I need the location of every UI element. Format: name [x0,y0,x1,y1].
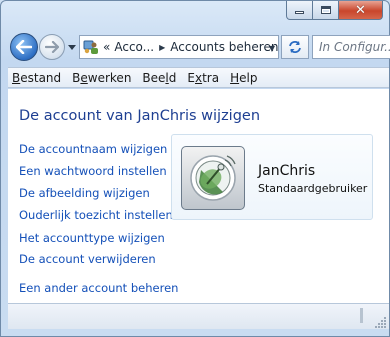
maximize-icon [320,6,331,14]
menu-bar: Bestand Bewerken Beeld Extra Help [8,67,389,88]
refresh-button[interactable] [281,35,309,59]
address-overflow[interactable]: « [103,40,110,54]
search-box[interactable] [312,35,390,59]
minimize-button[interactable] [286,1,313,20]
menu-help[interactable]: Help [226,71,264,85]
menu-extra[interactable]: Extra [183,71,226,85]
control-panel-icon [83,38,99,56]
caption-buttons: ✕ [286,1,383,20]
menu-file[interactable]: Bestand [8,71,68,85]
close-button[interactable]: ✕ [339,1,383,20]
recent-pages-button[interactable] [67,43,76,52]
link-change-account-name[interactable]: De accountnaam wijzigen [19,142,167,156]
address-bar[interactable]: « Acco... ▶ Accounts beheren ▶ ▼ [79,35,289,59]
forward-arrow-icon [45,41,59,53]
user-name: JanChris [258,163,316,179]
menu-edit[interactable]: Bewerken [68,71,138,85]
address-dropdown-icon[interactable]: ▼ [269,44,275,53]
navigation-bar: « Acco... ▶ Accounts beheren ▶ ▼ [1,31,390,63]
status-bar-divider [360,308,363,323]
breadcrumb-manage-accounts[interactable]: Accounts beheren [170,40,278,54]
satellite-dish-icon [190,155,236,201]
user-role: Standaardgebruiker [258,182,368,195]
link-parental-controls[interactable]: Ouderlijk toezicht instellen [19,208,173,222]
menu-view[interactable]: Beeld [138,71,183,85]
link-change-account-type[interactable]: Het accounttype wijzigen [19,231,165,245]
link-set-password[interactable]: Een wachtwoord instellen [19,164,167,178]
refresh-icon [289,41,301,53]
user-card: JanChris Standaardgebruiker [171,134,373,220]
back-arrow-icon [16,40,32,54]
explorer-window: ✕ « Acco... ▶ Accounts beheren ▼ In Conf… [0,0,390,337]
page-title: De account van JanChris wijzigen [19,108,261,124]
breadcrumb-chevron-icon[interactable]: ▶ [159,43,165,52]
resize-grip-icon[interactable] [375,316,387,328]
maximize-button[interactable] [313,1,339,20]
chevron-down-icon [67,45,76,50]
minimize-icon [295,11,304,14]
link-delete-account[interactable]: De account verwijderen [19,252,156,266]
avatar [181,146,245,210]
search-input[interactable] [313,40,390,54]
content-pane: De account van JanChris wijzigen De acco… [8,89,389,303]
status-bar [8,303,389,329]
link-change-picture[interactable]: De afbeelding wijzigen [19,186,150,200]
close-icon: ✕ [355,2,366,18]
back-button[interactable] [10,33,38,61]
forward-button[interactable] [39,34,65,60]
link-manage-other-account[interactable]: Een ander account beheren [19,281,178,295]
breadcrumb-accounts[interactable]: Acco... [114,40,154,54]
